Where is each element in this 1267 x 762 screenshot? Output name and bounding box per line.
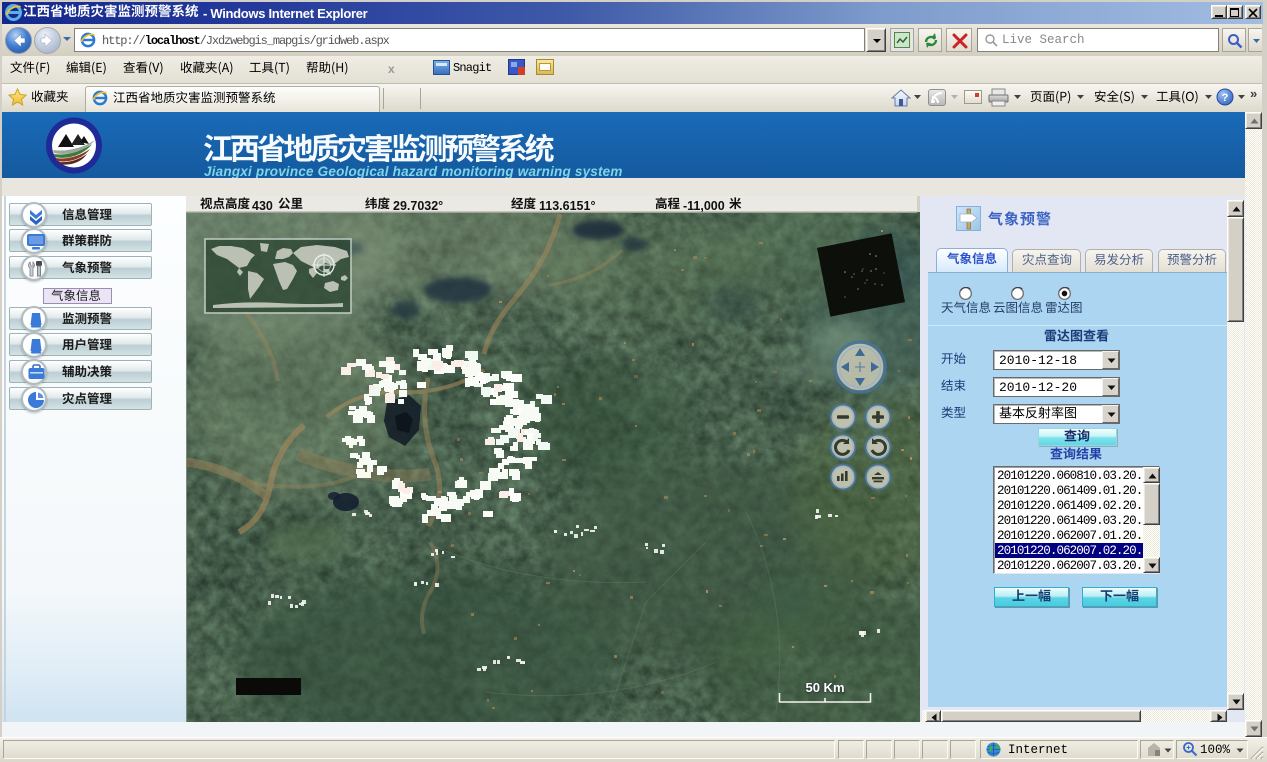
svg-text:?: ? (1222, 92, 1229, 104)
